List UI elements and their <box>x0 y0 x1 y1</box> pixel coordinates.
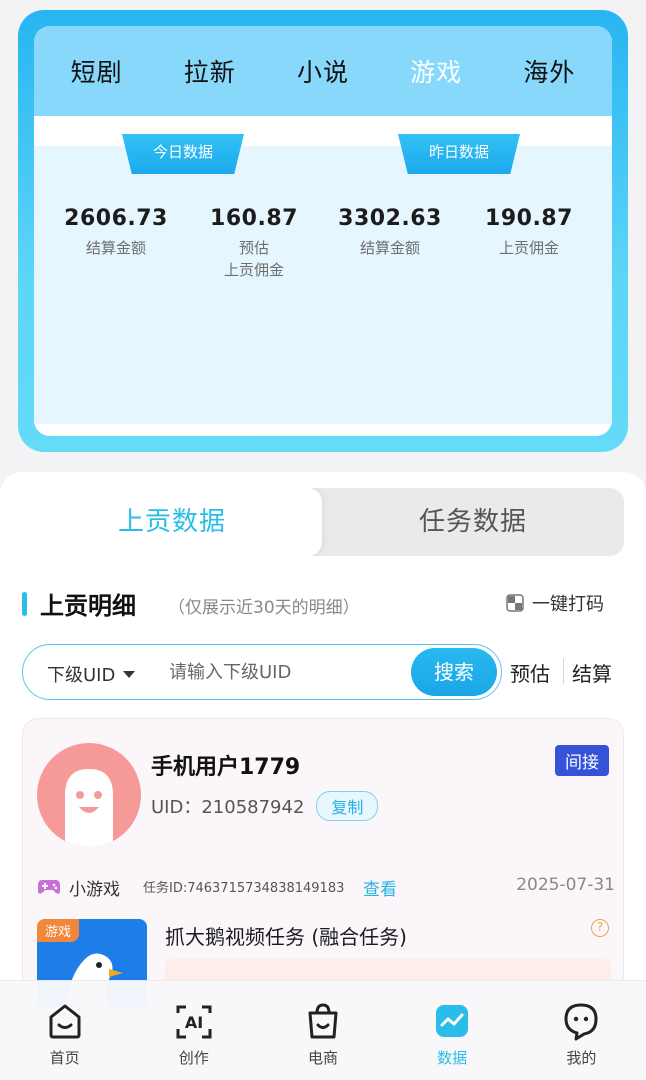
stats-area: 今日数据 昨日数据 2606.73 结算金额 160.87 预估 上贡佣金 330… <box>34 134 612 424</box>
category-tabs: 短剧 拉新 小说 游戏 海外 <box>34 26 612 116</box>
task-title: 抓大鹅视频任务 (融合任务) <box>165 925 407 949</box>
tab-data-label: 数据 <box>437 1049 468 1067</box>
uid-row: UID：210587942 复制 <box>151 791 379 821</box>
section-title: 上贡明细 <box>40 592 136 620</box>
avatar <box>37 743 141 847</box>
data-summary-inner: 短剧 拉新 小说 游戏 海外 今日数据 昨日数据 2606.73 结算金额 16… <box>34 26 612 436</box>
yesterday-commission-stat: 190.87 上贡佣金 <box>464 206 594 259</box>
game-type-label: 小游戏 <box>69 880 120 900</box>
estimate-mode-button[interactable]: 预估 <box>510 658 550 687</box>
user-name: 手机用户1779 <box>151 755 301 780</box>
tab-novel[interactable]: 小说 <box>297 53 349 89</box>
tab-profile-label: 我的 <box>566 1049 597 1067</box>
view-task-link[interactable]: 查看 <box>363 875 397 900</box>
detail-panel: 上贡数据 任务数据 上贡明细 （仅展示近30天的明细） 一键打码 下级UID 搜… <box>0 472 646 1008</box>
section-header: 上贡明细 （仅展示近30天的明细） 一键打码 <box>22 586 622 620</box>
data-summary-card: 短剧 拉新 小说 游戏 海外 今日数据 昨日数据 2606.73 结算金额 16… <box>18 10 628 452</box>
tab-shop[interactable]: 电商 <box>268 981 378 1080</box>
task-meta-row: 小游戏 任务ID:7463715734838149183 查看 2025-07-… <box>37 875 615 901</box>
today-commission-amount: 160.87 <box>210 206 298 231</box>
today-settle-label: 结算金额 <box>85 239 146 257</box>
ghost-avatar-icon <box>65 769 113 847</box>
uid-search-input[interactable] <box>169 657 399 687</box>
today-commission-label-1: 预估 <box>238 239 269 257</box>
game-tag: 游戏 <box>37 919 80 942</box>
section-subtitle: （仅展示近30天的明细） <box>168 598 360 618</box>
tab-tribute-data[interactable]: 上贡数据 <box>22 488 322 556</box>
yesterday-settle-label: 结算金额 <box>359 239 420 257</box>
relation-badge: 间接 <box>555 745 609 776</box>
home-icon <box>49 1004 81 1039</box>
ai-icon: AI <box>176 1005 212 1039</box>
help-icon[interactable]: ? <box>591 919 609 937</box>
today-settle-amount: 2606.73 <box>64 206 168 231</box>
tab-game[interactable]: 游戏 <box>410 53 462 89</box>
tab-short-drama[interactable]: 短剧 <box>71 53 123 89</box>
uid-type-select[interactable]: 下级UID <box>47 661 136 687</box>
today-commission-label-2: 上贡佣金 <box>223 261 284 279</box>
gamepad-icon <box>38 880 60 894</box>
yesterday-data-badge: 昨日数据 <box>398 134 520 174</box>
uid-type-label: 下级UID <box>47 665 116 686</box>
uid-label: UID： <box>151 797 202 818</box>
copy-uid-button[interactable]: 复制 <box>316 791 379 821</box>
tab-new-user[interactable]: 拉新 <box>184 53 236 89</box>
yesterday-settle-stat: 3302.63 结算金额 <box>325 206 455 259</box>
mask-button-label: 一键打码 <box>532 594 604 615</box>
today-settle-stat: 2606.73 结算金额 <box>51 206 181 259</box>
shopping-bag-icon <box>308 1003 338 1039</box>
tab-shop-label: 电商 <box>307 1049 338 1067</box>
settle-mode-button[interactable]: 结算 <box>572 658 612 687</box>
tab-home[interactable]: 首页 <box>10 981 120 1080</box>
yesterday-commission-label: 上贡佣金 <box>498 239 559 257</box>
mode-divider <box>563 658 564 684</box>
task-id: 任务ID:7463715734838149183 <box>143 881 345 896</box>
tab-create-label: 创作 <box>178 1049 209 1067</box>
dropdown-triangle-icon <box>123 670 136 678</box>
tribute-record-card[interactable]: 手机用户1779 UID：210587942 复制 间接 小游戏 任务ID:74… <box>22 718 624 1008</box>
today-data-badge: 今日数据 <box>122 134 244 174</box>
search-bar: 下级UID 搜索 <box>22 644 502 700</box>
data-type-segment: 上贡数据 任务数据 <box>22 488 624 556</box>
mosaic-icon <box>506 594 524 612</box>
yesterday-settle-amount: 3302.63 <box>338 206 442 231</box>
yesterday-commission-amount: 190.87 <box>485 206 573 231</box>
today-commission-stat: 160.87 预估上贡佣金 <box>189 206 319 281</box>
mask-button[interactable]: 一键打码 <box>506 590 604 616</box>
tab-create[interactable]: AI 创作 <box>139 981 249 1080</box>
tab-overseas[interactable]: 海外 <box>523 53 575 89</box>
search-button[interactable]: 搜索 <box>411 648 497 696</box>
svg-text:AI: AI <box>185 1013 203 1032</box>
profile-icon <box>564 1003 598 1041</box>
tab-task-data[interactable]: 任务数据 <box>322 488 624 556</box>
section-accent-bar <box>22 592 27 616</box>
chart-icon <box>436 1005 469 1037</box>
tab-home-label: 首页 <box>49 1049 80 1067</box>
uid-value: 210587942 <box>201 797 305 818</box>
tab-data[interactable]: 数据 <box>397 981 507 1080</box>
bottom-tab-bar: 首页 AI 创作 电商 数据 我的 <box>0 980 646 1080</box>
record-date: 2025-07-31 <box>516 875 615 895</box>
tab-profile[interactable]: 我的 <box>526 981 636 1080</box>
